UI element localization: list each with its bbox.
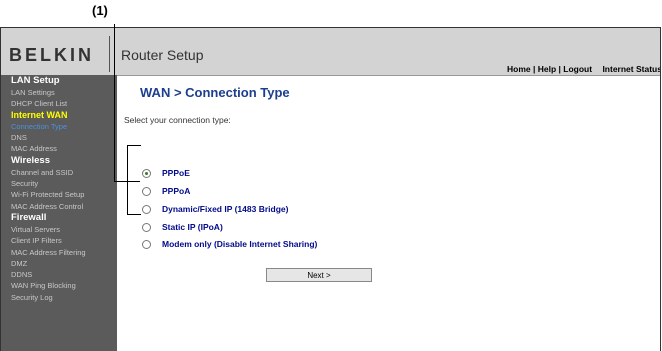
sidebar-item-wan-ping-blocking[interactable]: WAN Ping Blocking — [1, 280, 117, 291]
help-link[interactable]: Help — [538, 64, 556, 74]
option-pppoe[interactable]: PPPoE — [142, 166, 190, 180]
sidebar-item-mac-address-filtering[interactable]: MAC Address Filtering — [1, 247, 117, 258]
sidebar-section-firewall[interactable]: Firewall — [1, 212, 117, 224]
sidebar-item-lan-settings[interactable]: LAN Settings — [1, 87, 117, 98]
option-label: Static IP (IPoA) — [162, 222, 223, 232]
logout-link[interactable]: Logout — [563, 64, 592, 74]
radio-dynamic-fixed-ip[interactable] — [142, 204, 151, 214]
sidebar-item-dhcp-client-list[interactable]: DHCP Client List — [1, 98, 117, 109]
option-label: Dynamic/Fixed IP (1483 Bridge) — [162, 204, 289, 214]
sidebar-item-wifi-protected-setup[interactable]: Wi-Fi Protected Setup — [1, 189, 117, 200]
header-bar: BELKIN Router Setup Home | Help | Logout… — [1, 28, 660, 76]
callout-tick-first-option — [127, 145, 141, 146]
sidebar-section-internet-wan[interactable]: Internet WAN — [1, 110, 117, 121]
sidebar-item-security-log[interactable]: Security Log — [1, 292, 117, 303]
callout-tick-last-option — [127, 214, 141, 215]
option-pppoa[interactable]: PPPoA — [142, 184, 190, 198]
option-static-ip[interactable]: Static IP (IPoA) — [142, 220, 223, 234]
app-title: Router Setup — [121, 47, 204, 63]
sidebar-item-client-ip-filters[interactable]: Client IP Filters — [1, 235, 117, 246]
sidebar-item-mac-address[interactable]: MAC Address — [1, 143, 117, 154]
callout-label: (1) — [92, 3, 108, 18]
option-label: PPPoE — [162, 168, 190, 178]
belkin-logo: BELKIN — [9, 45, 94, 65]
callout-bracket-vertical — [127, 145, 128, 215]
page-title: WAN > Connection Type — [140, 85, 290, 100]
sidebar-item-dns[interactable]: DNS — [1, 132, 117, 143]
home-link[interactable]: Home — [507, 64, 531, 74]
link-separator: | — [530, 64, 538, 74]
radio-pppoe[interactable] — [142, 168, 151, 178]
option-label: Modem only (Disable Internet Sharing) — [162, 239, 318, 249]
sidebar-item-dmz[interactable]: DMZ — [1, 258, 117, 269]
sidebar-item-virtual-servers[interactable]: Virtual Servers — [1, 224, 117, 235]
sidebar-item-channel-and-ssid[interactable]: Channel and SSID — [1, 167, 117, 178]
radio-pppoa[interactable] — [142, 186, 151, 196]
router-setup-window: BELKIN Router Setup Home | Help | Logout… — [0, 27, 661, 351]
logo-divider — [109, 36, 110, 72]
option-modem-only[interactable]: Modem only (Disable Internet Sharing) — [142, 237, 317, 251]
radio-static-ip[interactable] — [142, 222, 151, 232]
sidebar-section-lan-setup[interactable]: LAN Setup — [1, 75, 117, 87]
sidebar-section-wireless[interactable]: Wireless — [1, 155, 117, 167]
connection-type-prompt: Select your connection type: — [124, 115, 231, 125]
main-content: WAN > Connection Type Select your connec… — [118, 76, 660, 351]
sidebar-item-ddns[interactable]: DDNS — [1, 269, 117, 280]
sidebar-nav: LAN Setup LAN Settings DHCP Client List … — [1, 75, 117, 351]
callout-line-vertical — [114, 24, 115, 182]
option-label: PPPoA — [162, 186, 191, 196]
sidebar-item-security[interactable]: Security — [1, 178, 117, 189]
radio-modem-only[interactable] — [142, 239, 151, 249]
option-dynamic-fixed-ip[interactable]: Dynamic/Fixed IP (1483 Bridge) — [142, 202, 288, 216]
sidebar-item-connection-type[interactable]: Connection Type — [1, 121, 117, 132]
top-links: Home | Help | Logout Internet Status: — [507, 64, 661, 74]
next-button[interactable]: Next > — [266, 268, 372, 282]
sidebar-item-mac-address-control[interactable]: MAC Address Control — [1, 201, 117, 212]
internet-status-label: Internet Status: — [602, 64, 661, 74]
